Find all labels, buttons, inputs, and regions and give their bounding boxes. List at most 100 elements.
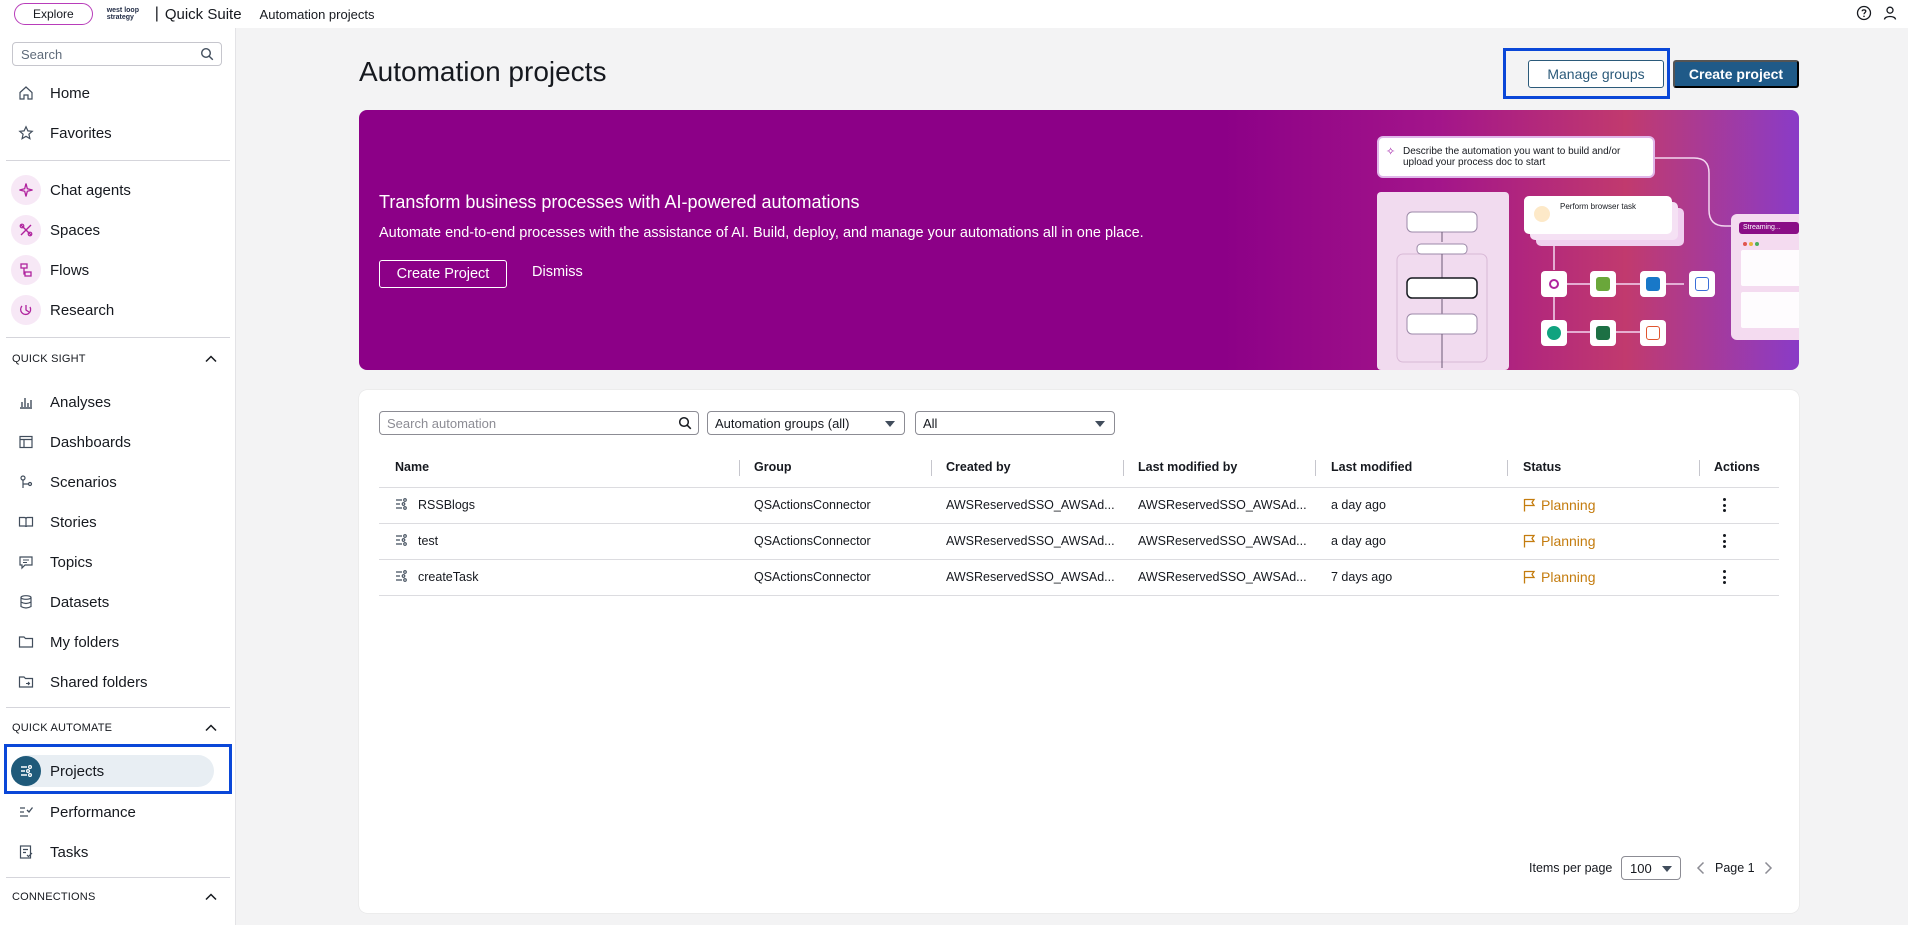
column-header-last-modified-by[interactable]: Last modified by (1138, 460, 1237, 474)
sheets-app-icon (1590, 271, 1616, 297)
search-icon[interactable] (200, 47, 214, 61)
illustration-task-card: Perform browser task (1524, 196, 1672, 234)
breadcrumb: Automation projects (259, 6, 375, 22)
row-name[interactable]: RSSBlogs (418, 498, 475, 512)
sidebar-item-topics[interactable]: Topics (12, 546, 222, 578)
column-header-created-by[interactable]: Created by (946, 460, 1011, 474)
top-icons (1856, 5, 1898, 21)
search-icon[interactable] (678, 416, 692, 430)
status-badge: Planning (1523, 497, 1596, 513)
shared-folder-icon (12, 668, 40, 696)
column-header-last-modified[interactable]: Last modified (1331, 460, 1412, 474)
sidebar-item-label: Dashboards (50, 433, 131, 451)
home-icon (12, 79, 40, 107)
create-project-button[interactable]: Create project (1673, 60, 1799, 88)
sidebar-item-label: Datasets (50, 593, 110, 611)
sidebar-item-dashboards[interactable]: Dashboards (12, 426, 222, 458)
brand-name[interactable]: Quick Suite (165, 6, 242, 23)
column-separator (739, 460, 740, 476)
user-icon[interactable] (1882, 5, 1898, 21)
row-divider (379, 559, 1779, 560)
section-quick-automate[interactable]: QUICK AUTOMATE (12, 721, 218, 735)
row-created-by: AWSReservedSSO_AWSAd... (946, 570, 1115, 584)
chevron-up-icon[interactable] (204, 721, 218, 735)
page-title: Automation projects (359, 56, 607, 87)
chevron-right-icon[interactable] (1761, 860, 1775, 876)
row-actions-menu-icon[interactable] (1717, 497, 1731, 513)
automation-icon (396, 498, 407, 510)
sidebar-item-research[interactable]: Research (11, 294, 222, 326)
sidebar-item-chat-agents[interactable]: Chat agents (11, 174, 222, 206)
row-actions-menu-icon[interactable] (1717, 533, 1731, 549)
sidebar-item-spaces[interactable]: Spaces (11, 214, 222, 246)
manage-groups-button[interactable]: Manage groups (1528, 60, 1664, 88)
brand-logo[interactable]: west loop strategy (107, 7, 149, 21)
sidebar-item-performance[interactable]: Performance (12, 796, 222, 828)
row-divider (379, 523, 1779, 524)
sidebar-item-label: Spaces (50, 221, 101, 239)
flowchart-shapes (1396, 211, 1488, 368)
scenarios-icon (12, 468, 40, 496)
sparkle-icon (11, 175, 41, 205)
row-last-modified: a day ago (1331, 498, 1386, 512)
book-icon (12, 508, 40, 536)
sidebar-item-my-folders[interactable]: My folders (12, 626, 222, 658)
explore-button[interactable]: Explore (14, 3, 93, 25)
column-header-name[interactable]: Name (395, 460, 429, 474)
sidebar-item-datasets[interactable]: Datasets (12, 586, 222, 618)
sidebar-item-label: Tasks (50, 843, 89, 861)
sidebar-item-home[interactable]: Home (12, 77, 222, 109)
sidebar-item-shared-folders[interactable]: Shared folders (12, 666, 222, 698)
automation-table-card: Search automation Automation groups (all… (359, 390, 1799, 913)
automation-group-filter[interactable]: Automation groups (all) (707, 411, 905, 435)
sidebar-item-label: Home (50, 84, 91, 102)
column-header-group[interactable]: Group (754, 460, 792, 474)
status-badge: Planning (1523, 569, 1596, 585)
column-separator (931, 460, 932, 476)
status-filter-value: All (923, 415, 938, 431)
sidebar-item-stories[interactable]: Stories (12, 506, 222, 538)
status-filter[interactable]: All (915, 411, 1115, 435)
browser-task-icon (1534, 206, 1550, 222)
document-app-icon (1640, 320, 1666, 346)
sidebar-item-label: Scenarios (50, 473, 117, 491)
header-divider (379, 487, 1779, 488)
section-connections[interactable]: CONNECTIONS (12, 890, 218, 904)
column-separator (1507, 460, 1508, 476)
sidebar-item-tasks[interactable]: Tasks (12, 836, 222, 868)
sidebar-item-label: My folders (50, 633, 120, 651)
items-per-page-select[interactable]: 100 (1621, 856, 1681, 880)
sidebar-item-scenarios[interactable]: Scenarios (12, 466, 222, 498)
database-icon (12, 588, 40, 616)
row-group: QSActionsConnector (754, 570, 871, 584)
row-modified-by: AWSReservedSSO_AWSAd... (1138, 498, 1307, 512)
chevron-left-icon[interactable] (1694, 860, 1708, 876)
row-modified-by: AWSReservedSSO_AWSAd... (1138, 534, 1307, 548)
sidebar-item-label: Chat agents (50, 181, 131, 199)
chevron-up-icon[interactable] (204, 890, 218, 904)
flag-icon (1523, 534, 1536, 548)
row-name[interactable]: test (418, 534, 438, 548)
status-badge: Planning (1523, 533, 1596, 549)
row-group: QSActionsConnector (754, 534, 871, 548)
caret-down-icon (885, 421, 895, 427)
sidebar-item-flows[interactable]: Flows (11, 254, 222, 286)
chevron-up-icon[interactable] (204, 352, 218, 366)
sidebar-search-input[interactable]: Search (12, 42, 222, 66)
row-last-modified: 7 days ago (1331, 570, 1393, 584)
row-actions-menu-icon[interactable] (1717, 569, 1731, 585)
column-header-status[interactable]: Status (1523, 460, 1561, 474)
promo-banner: Transform business processes with AI-pow… (359, 110, 1799, 370)
help-icon[interactable] (1856, 5, 1872, 21)
sidebar-item-analyses[interactable]: Analyses (12, 386, 222, 418)
row-name[interactable]: createTask (418, 570, 478, 584)
sidebar-item-label: Shared folders (50, 673, 148, 691)
sidebar-item-favorites[interactable]: Favorites (12, 117, 222, 149)
illustration-prompt-text: Describe the automation you want to buil… (1403, 146, 1621, 168)
top-bar: Explore west loop strategy | Quick Suite… (0, 0, 1908, 28)
automation-search-input[interactable]: Search automation (379, 411, 699, 435)
section-quick-sight[interactable]: QUICK SIGHT (12, 352, 218, 366)
analyses-icon (12, 388, 40, 416)
sidebar-item-label: Performance (50, 803, 136, 821)
sidebar-search-placeholder: Search (21, 46, 63, 62)
